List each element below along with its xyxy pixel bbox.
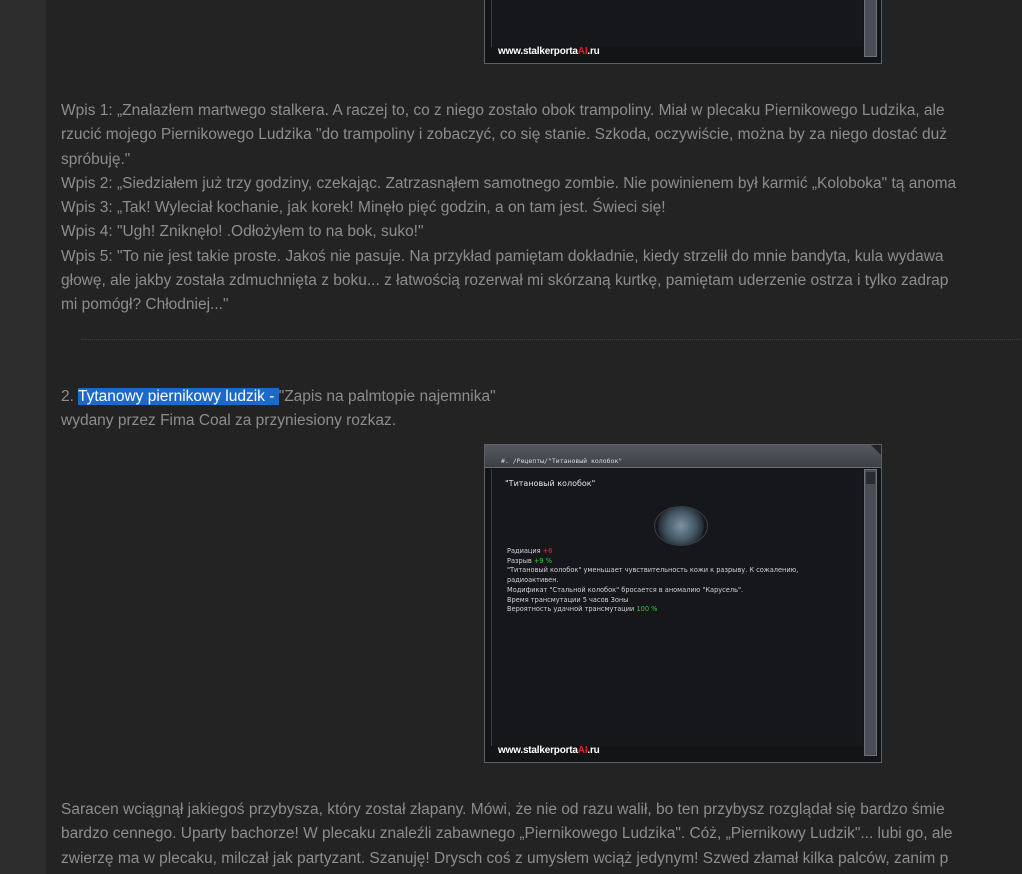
item2-subtitle: "Zapis na palmtopie najemnika" bbox=[278, 388, 496, 405]
screenshot-panel bbox=[491, 0, 863, 47]
artifact-time: Время трансмутации 5 часов Зоны bbox=[507, 595, 629, 604]
game-screenshot-recipe: #. /Рецепты/"Титановый колобок" "Титанов… bbox=[484, 444, 882, 763]
watermark-main: www.stalkerportaAI.ru bbox=[498, 745, 600, 756]
artifact-desc-2: радиоактивен. bbox=[507, 576, 559, 585]
artifact-stats: Радиация +6 Разрыв +9 % "Титановый колоб… bbox=[507, 547, 847, 615]
game-screenshot-top: www.stalkerportaAI.ru bbox=[484, 0, 882, 64]
item2-number: 2. bbox=[61, 388, 78, 405]
entry-line: Wpis 5: "To nie jest takie proste. Jakoś… bbox=[61, 247, 944, 265]
item2-description: wydany przez Fima Coal za przyniesiony r… bbox=[61, 412, 397, 430]
entry-line: rzucić mojego Piernikowego Ludzika "do t… bbox=[61, 126, 947, 144]
entry-line: głowę, ale jakby została zdmuchnięta z b… bbox=[61, 272, 949, 290]
section-divider bbox=[81, 339, 1022, 340]
story-line: bardzo cennego. Uparty bachorze! W pleca… bbox=[61, 825, 953, 843]
screenshot-scrollbar bbox=[864, 0, 877, 57]
screenshot-corner bbox=[871, 445, 881, 455]
artifact-modifier: Модификат "Стальной колобок" бросается в… bbox=[507, 585, 744, 594]
artifact-name: "Титановый колобок" bbox=[505, 479, 596, 488]
story-line: zwierzę ma w plecaku, milczał jak partyz… bbox=[61, 849, 949, 867]
artifact-desc-1: "Титановый колобок" уменьшает чувствител… bbox=[507, 566, 799, 575]
page-margin bbox=[0, 0, 46, 874]
entry-line: Wpis 4: "Ugh! Zniknęło! .Odłożyłem to na… bbox=[61, 223, 424, 241]
item2-block: 2. Tytanowy piernikowy ludzik - "Zapis n… bbox=[61, 385, 1022, 434]
scrollbar-thumb bbox=[866, 472, 875, 484]
item2-title-selected[interactable]: Tytanowy piernikowy ludzik - bbox=[77, 388, 279, 405]
story-paragraph: Saracen wciągnął jakiegoś przybysza, któ… bbox=[61, 798, 1022, 871]
entry-line: Wpis 2: „Siedziałem już trzy godziny, cz… bbox=[61, 174, 957, 192]
artifact-probability: Вероятность удачной трансмутации 100 % bbox=[507, 605, 658, 614]
story-line: Saracen wciągnął jakiegoś przybysza, któ… bbox=[61, 801, 945, 818]
screenshot-path: #. /Рецепты/"Титановый колобок" bbox=[501, 457, 623, 465]
article-content: www.stalkerportaAI.ru Wpis 1: „Znalazłem… bbox=[46, 0, 1022, 874]
item2-heading: 2. Tytanowy piernikowy ludzik - "Zapis n… bbox=[61, 385, 1022, 409]
entry-line: Wpis 1: „Znalazłem martwego stalkera. A … bbox=[61, 102, 945, 119]
stat-rupture: Разрыв +9 % bbox=[507, 556, 552, 565]
entry-line: Wpis 3: „Tak! Wyleciał kochanie, jak kor… bbox=[61, 199, 666, 217]
watermark-top: www.stalkerportaAI.ru bbox=[498, 46, 600, 57]
artifact-icon bbox=[655, 507, 707, 545]
entries-paragraph: Wpis 1: „Znalazłem martwego stalkera. A … bbox=[61, 99, 1022, 318]
entry-line: spróbuję." bbox=[61, 150, 131, 168]
entry-line: mi pomógł? Chłodniej..." bbox=[61, 296, 229, 314]
screenshot-scrollbar bbox=[864, 469, 877, 756]
stat-radiation: Радиация +6 bbox=[507, 547, 553, 555]
